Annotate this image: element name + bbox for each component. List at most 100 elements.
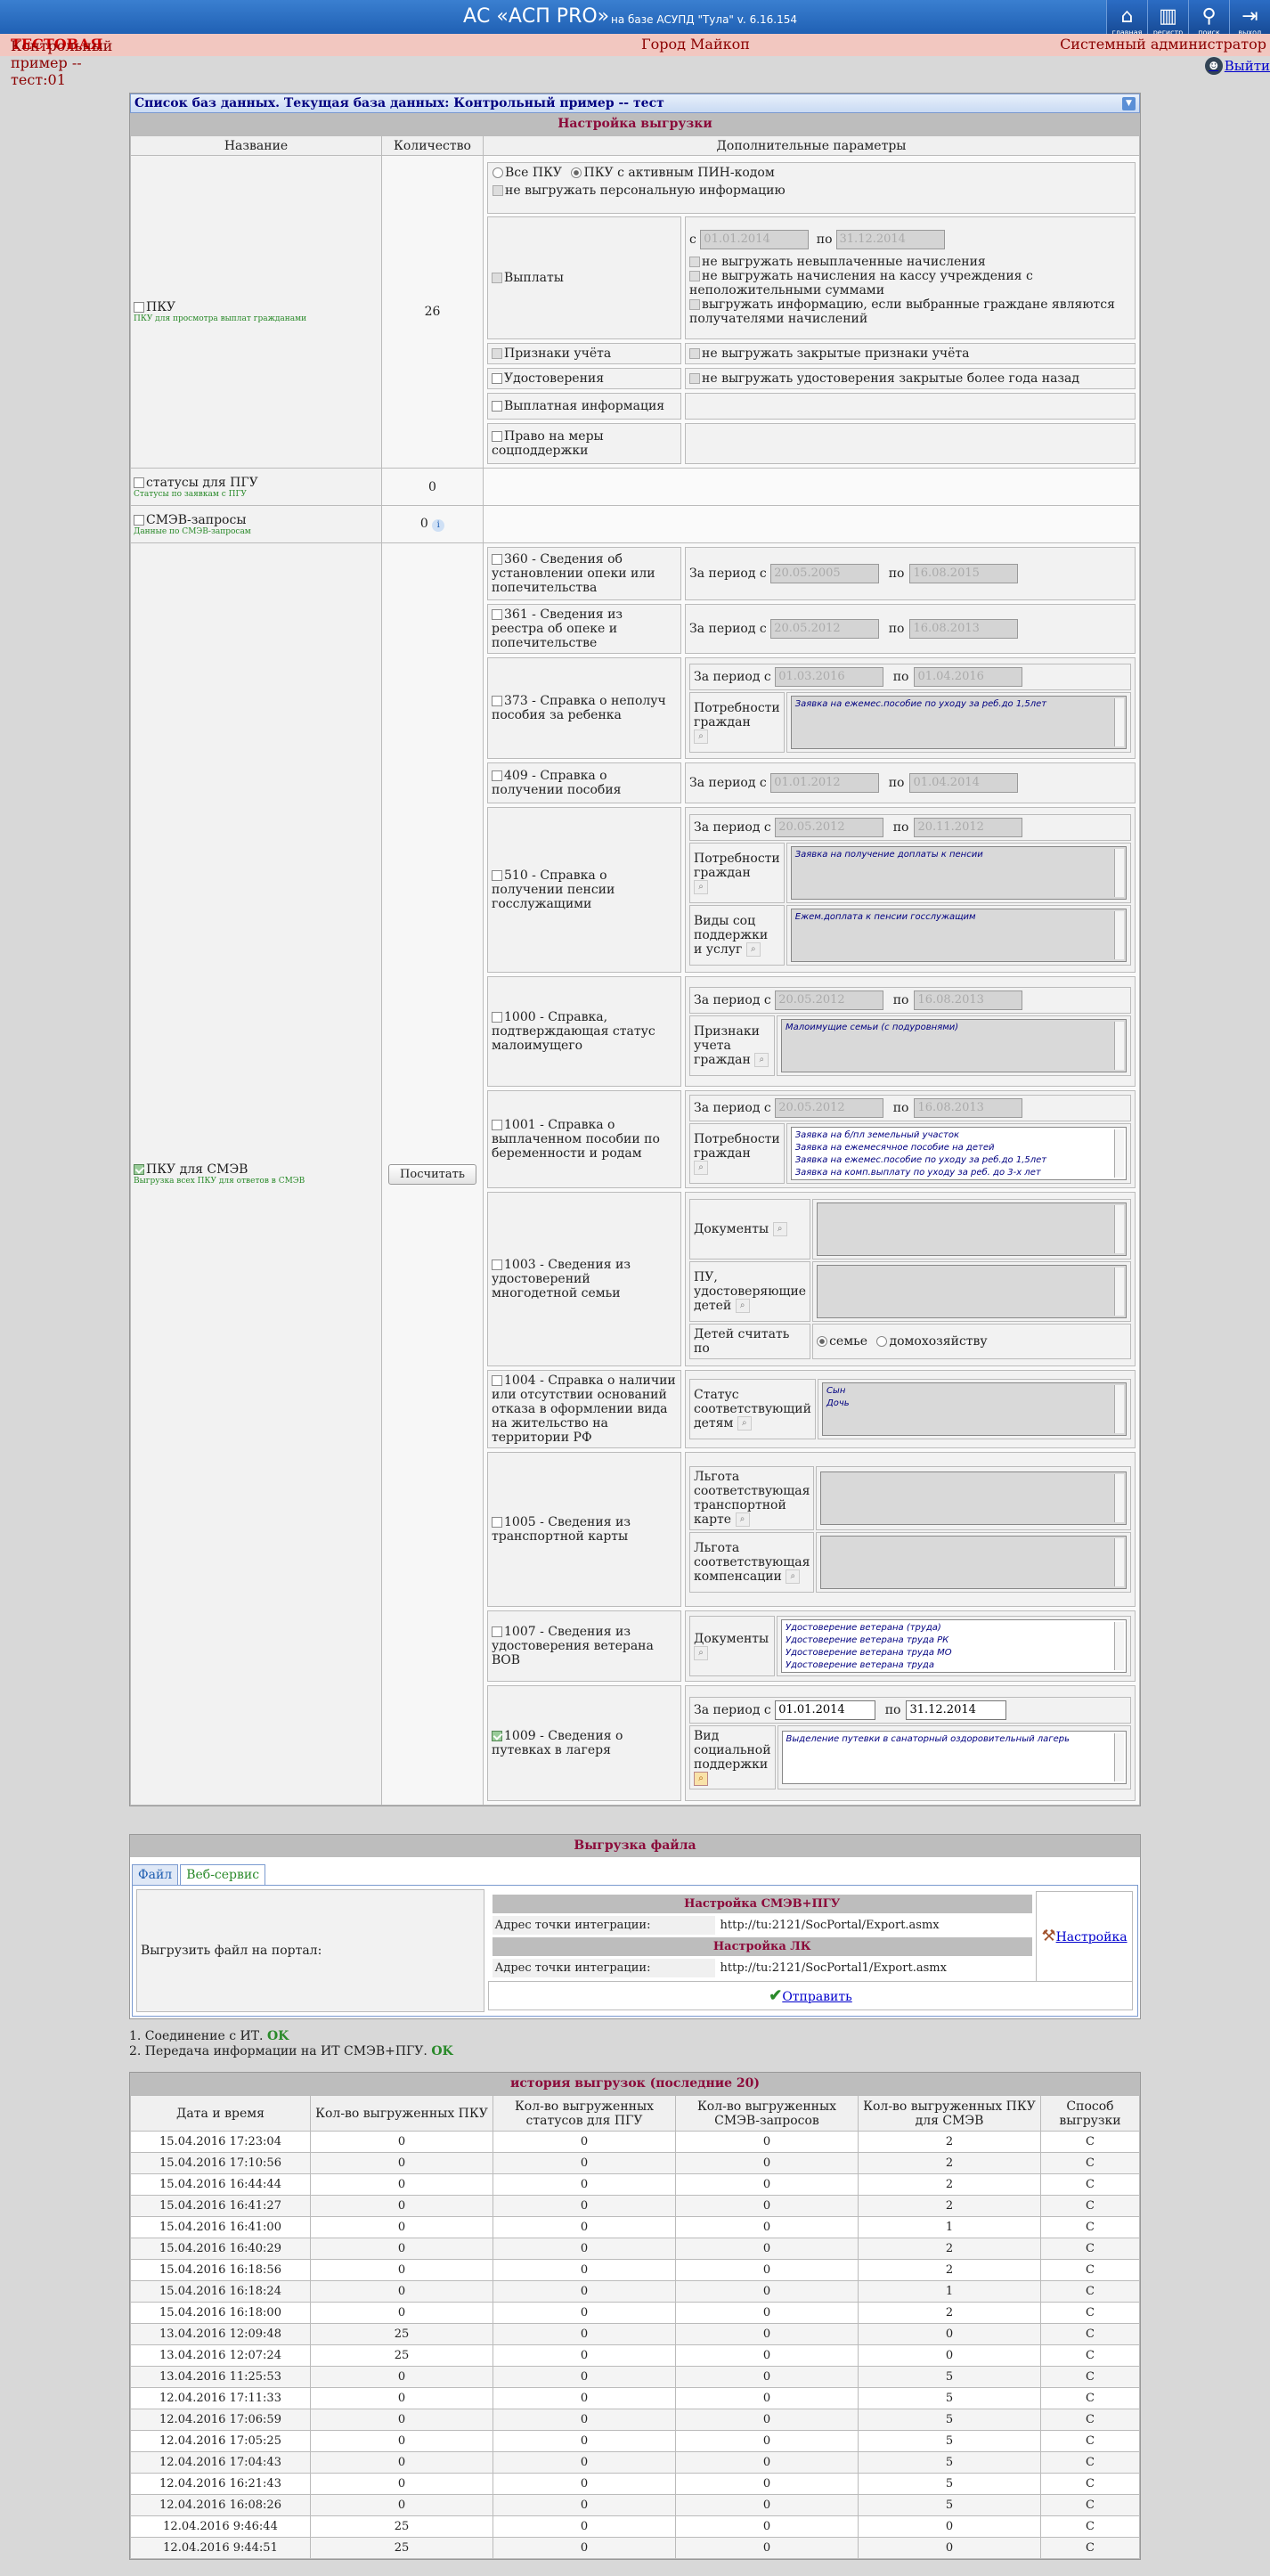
report-360-checkbox[interactable]: [492, 554, 502, 565]
report-373-pick-icon[interactable]: ⌕: [694, 730, 708, 744]
smev-checkbox[interactable]: [134, 514, 144, 526]
report-510-list2[interactable]: Ежем.доплата к пенсии госслужащим: [790, 909, 1127, 962]
radio-active-pku[interactable]: [571, 167, 582, 178]
report-1005-checkbox[interactable]: [492, 1517, 502, 1528]
report-360-to[interactable]: 16.08.2015: [909, 564, 1019, 583]
report-1000-pick-icon[interactable]: ⌕: [754, 1053, 769, 1067]
tab-web-service[interactable]: Веб-сервис: [180, 1864, 266, 1885]
payments-checkbox[interactable]: [492, 273, 502, 283]
report-373-list[interactable]: Заявка на ежемес.пособие по уходу за реб…: [790, 696, 1127, 749]
lk-address[interactable]: http://tu:2121/SocPortal1/Export.asmx: [717, 1959, 1032, 1977]
report-409-from[interactable]: 01.01.2012: [770, 773, 880, 793]
report-510-checkbox[interactable]: [492, 870, 502, 881]
report-1005-list[interactable]: [820, 1471, 1127, 1525]
report-1009-to[interactable]: 31.12.2014: [906, 1700, 1007, 1720]
upload-tabs: Файл Веб-сервис: [130, 1857, 1140, 1885]
opt-recipients-checkbox[interactable]: [689, 299, 700, 310]
report-1000-list[interactable]: Малоимущие семьи (с подуровнями): [781, 1019, 1127, 1072]
report-1003-checkbox[interactable]: [492, 1259, 502, 1270]
report-373-to[interactable]: 01.04.2016: [914, 667, 1023, 687]
report-1000-checkbox[interactable]: [492, 1012, 502, 1023]
report-1003-docs-list[interactable]: [817, 1202, 1127, 1256]
report-361-checkbox[interactable]: [492, 609, 502, 620]
opt-unpaid-checkbox[interactable]: [689, 257, 700, 267]
database-list-header[interactable]: Список баз данных. Текущая база данных: …: [130, 94, 1140, 113]
history-cell: C: [1040, 2387, 1140, 2409]
report-1007-pick-icon[interactable]: ⌕: [694, 1646, 708, 1660]
history-row: 12.04.2016 9:46:44 25 0 0 0 C: [130, 2515, 1140, 2538]
report-360-from[interactable]: 20.05.2005: [770, 564, 880, 583]
report-1004-pick-icon[interactable]: ⌕: [737, 1416, 752, 1431]
tab-file[interactable]: Файл: [132, 1864, 179, 1885]
history-col: Способ выгрузки: [1040, 2095, 1140, 2132]
history-cell: C: [1040, 2430, 1140, 2452]
report-1001-pick-icon[interactable]: ⌕: [694, 1161, 708, 1175]
report-361-to[interactable]: 16.08.2013: [909, 619, 1019, 639]
report-1001-to[interactable]: 16.08.2013: [914, 1098, 1023, 1118]
report-510: 510 - Справка о получении пенсии госслуж…: [487, 807, 1136, 973]
report-1000-from[interactable]: 20.05.2012: [775, 990, 884, 1010]
payments-date-to[interactable]: 31.12.2014: [835, 230, 945, 249]
collapse-icon[interactable]: ▼: [1122, 97, 1136, 110]
report-1009-list[interactable]: Выделение путевки в санаторный оздоровит…: [781, 1731, 1127, 1784]
settings-link[interactable]: ⚒Настройка: [1036, 1890, 1133, 1982]
history-cell: 0: [493, 2537, 676, 2559]
report-510-to[interactable]: 20.11.2012: [914, 818, 1023, 837]
history-cell: C: [1040, 2280, 1140, 2303]
report-1009-checkbox[interactable]: [492, 1731, 502, 1741]
accounting-checkbox[interactable]: [492, 348, 502, 359]
report-510-pick2-icon[interactable]: ⌕: [745, 942, 761, 957]
report-1005-pick2-icon[interactable]: ⌕: [786, 1569, 801, 1584]
report-1000-to[interactable]: 16.08.2013: [914, 990, 1023, 1010]
pku-checkbox[interactable]: [134, 302, 144, 313]
count-button[interactable]: Посчитать: [388, 1163, 476, 1185]
history-cell: 12.04.2016 17:11:33: [130, 2387, 311, 2409]
report-510-from[interactable]: 20.05.2012: [775, 818, 884, 837]
report-1003-pu-list[interactable]: [817, 1265, 1127, 1318]
report-361-from[interactable]: 20.05.2012: [770, 619, 880, 639]
report-1007-checkbox[interactable]: [492, 1626, 502, 1637]
report-1004-list[interactable]: Сын Дочь: [821, 1382, 1127, 1436]
history-cell: C: [1040, 2344, 1140, 2367]
report-1005-pick-icon[interactable]: ⌕: [735, 1512, 750, 1527]
report-1005-list2[interactable]: [820, 1536, 1127, 1589]
radio-all-pku[interactable]: [493, 167, 503, 178]
no-personal-checkbox[interactable]: [493, 185, 503, 196]
history-cell: 0: [675, 2323, 859, 2345]
report-1003-docs-icon[interactable]: ⌕: [772, 1222, 787, 1236]
info-icon[interactable]: i: [432, 519, 445, 532]
report-1009-from[interactable]: 01.01.2014: [775, 1700, 876, 1720]
payinfo-checkbox[interactable]: [492, 401, 502, 412]
smev-address[interactable]: http://tu:2121/SocPortal/Export.asmx: [717, 1916, 1032, 1935]
history-cell: C: [1040, 2366, 1140, 2388]
report-510-list[interactable]: Заявка на получение доплаты к пенсии: [790, 846, 1127, 900]
report-1004-checkbox[interactable]: [492, 1375, 502, 1386]
report-373-from[interactable]: 01.03.2016: [775, 667, 884, 687]
report-1003-pu-icon[interactable]: ⌕: [735, 1299, 750, 1313]
send-button[interactable]: ✔Отправить: [769, 1986, 852, 2005]
report-1001-from[interactable]: 20.05.2012: [775, 1098, 884, 1118]
report-1009-pick-icon[interactable]: ⌕: [694, 1772, 708, 1786]
history-row: 15.04.2016 16:41:00 0 0 0 1 C: [130, 2216, 1140, 2238]
pku-smev-checkbox[interactable]: [134, 1164, 144, 1175]
payments-date-from[interactable]: 01.01.2014: [700, 230, 810, 249]
rights-checkbox[interactable]: [492, 431, 502, 442]
certificates-checkbox[interactable]: [492, 373, 502, 384]
history-cell: 0: [675, 2302, 859, 2324]
report-409-checkbox[interactable]: [492, 770, 502, 781]
report-409-to[interactable]: 01.04.2014: [909, 773, 1019, 793]
report-1001-checkbox[interactable]: [492, 1120, 502, 1130]
statuses-checkbox[interactable]: [134, 477, 144, 488]
logout-link[interactable]: ☻ Выйти: [1204, 57, 1270, 75]
accounting-closed-checkbox[interactable]: [689, 348, 700, 359]
radio-by-household[interactable]: [876, 1336, 888, 1347]
report-1001-list[interactable]: Заявка на б/пл земельный участок Заявка н…: [790, 1127, 1127, 1180]
report-1007-list[interactable]: Удостоверение ветерана (труда) Удостовере…: [781, 1619, 1127, 1673]
report-510-pick-icon[interactable]: ⌕: [694, 880, 708, 894]
opt-cashdesk-checkbox[interactable]: [689, 271, 700, 281]
history-cell: 0: [493, 2387, 676, 2409]
report-373-checkbox[interactable]: [492, 696, 502, 706]
radio-by-family[interactable]: [817, 1336, 828, 1347]
history-cell: 0: [493, 2131, 676, 2153]
certificates-closed-checkbox[interactable]: [689, 373, 700, 384]
